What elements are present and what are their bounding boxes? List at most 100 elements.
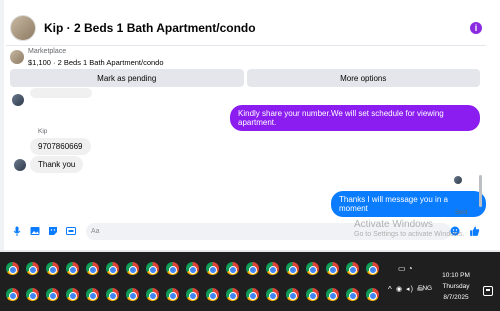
chrome-icon	[25, 262, 39, 275]
microphone-icon[interactable]	[12, 226, 22, 236]
chrome-icon	[265, 262, 279, 275]
messenger-chat-panel: Kip · 2 Beds 1 Bath Apartment/condo i Ma…	[0, 0, 500, 250]
incoming-message[interactable]: Thank you	[30, 156, 84, 173]
taskbar-app-button[interactable]	[102, 256, 122, 282]
mark-as-pending-button[interactable]: Mark as pending	[10, 69, 244, 87]
taskbar-app-button[interactable]	[22, 256, 42, 282]
taskbar-app-button[interactable]	[222, 256, 242, 282]
chrome-icon	[45, 288, 59, 301]
chrome-icon	[325, 262, 339, 275]
taskbar-app-button[interactable]	[162, 282, 182, 308]
taskbar-app-button[interactable]	[142, 282, 162, 308]
taskbar-app-button[interactable]	[22, 282, 42, 308]
taskbar-app-button[interactable]	[102, 282, 122, 308]
chrome-icon	[205, 288, 219, 301]
chrome-icon	[305, 262, 319, 275]
taskbar-app-button[interactable]	[202, 256, 222, 282]
taskbar-app-button[interactable]	[62, 256, 82, 282]
outgoing-message[interactable]: Kindly share your number.We will set sch…	[230, 105, 480, 131]
taskbar-app-button[interactable]	[62, 282, 82, 308]
chrome-icon	[205, 262, 219, 275]
chrome-icon	[365, 262, 379, 275]
chrome-icon	[165, 288, 179, 301]
taskbar-app-button[interactable]	[42, 256, 62, 282]
chat-title[interactable]: Kip · 2 Beds 1 Bath Apartment/condo	[44, 21, 470, 35]
chrome-icon	[325, 288, 339, 301]
taskbar-app-button[interactable]	[322, 256, 342, 282]
gif-icon[interactable]	[66, 226, 76, 236]
watermark-subtitle: Go to Settings to activate Windows.	[354, 231, 465, 238]
taskbar-app-button[interactable]	[182, 282, 202, 308]
taskbar-app-button[interactable]	[2, 282, 22, 308]
taskbar-app-button[interactable]	[342, 282, 362, 308]
chevron-up-icon[interactable]: ^	[388, 285, 392, 294]
chrome-icon	[5, 262, 19, 275]
message-status: Sent	[455, 210, 468, 216]
chrome-icon	[245, 262, 259, 275]
taskbar-app-button[interactable]	[82, 256, 102, 282]
chrome-icon	[185, 262, 199, 275]
chrome-icon	[285, 262, 299, 275]
thread-scrollbar[interactable]	[479, 175, 482, 207]
clock-day: Thursday	[442, 283, 470, 290]
taskbar-app-button[interactable]	[302, 256, 322, 282]
contact-avatar	[14, 159, 26, 171]
taskbar-app-button[interactable]	[2, 256, 22, 282]
chrome-icon	[185, 288, 199, 301]
like-icon[interactable]	[469, 226, 480, 237]
taskbar-app-button[interactable]	[262, 256, 282, 282]
taskbar-app-button[interactable]	[282, 256, 302, 282]
taskbar-app-button[interactable]	[142, 256, 162, 282]
photo-icon[interactable]	[30, 226, 40, 236]
chrome-icon	[105, 288, 119, 301]
listing-avatar[interactable]	[10, 15, 36, 41]
chrome-icon	[65, 262, 79, 275]
taskbar-app-button[interactable]	[122, 282, 142, 308]
taskbar-app-button[interactable]	[162, 256, 182, 282]
listing-thumbnail	[10, 50, 24, 64]
chat-header: Kip · 2 Beds 1 Bath Apartment/condo i	[6, 10, 492, 46]
sender-name: Kip	[38, 128, 48, 135]
chrome-icon	[145, 288, 159, 301]
chrome-icon	[105, 262, 119, 275]
system-tray: ▭ ◔ ^ ◉ ◂) ▭ ENG 10:10 PM Thursday 8/7/2…	[388, 256, 500, 310]
taskbar-app-button[interactable]	[282, 282, 302, 308]
taskbar-app-button[interactable]	[82, 282, 102, 308]
message-thread[interactable]: Kindly share your number.We will set sch…	[6, 88, 486, 220]
clock[interactable]: 10:10 PM Thursday 8/7/2025	[436, 270, 476, 303]
chrome-icon	[265, 288, 279, 301]
taskbar-app-button[interactable]	[362, 256, 382, 282]
chrome-icon	[165, 262, 179, 275]
chrome-icon	[365, 288, 379, 301]
chrome-icon	[345, 262, 359, 275]
windows-taskbar: ▭ ◔ ^ ◉ ◂) ▭ ENG 10:10 PM Thursday 8/7/2…	[0, 252, 500, 311]
chrome-icon	[65, 288, 79, 301]
taskbar-app-button[interactable]	[222, 282, 242, 308]
taskbar-app-button[interactable]	[262, 282, 282, 308]
tray-top-icons[interactable]: ▭ ◔	[398, 264, 413, 273]
chrome-icon	[125, 262, 139, 275]
chrome-icon	[25, 288, 39, 301]
taskbar-app-button[interactable]	[42, 282, 62, 308]
taskbar-app-button[interactable]	[342, 256, 362, 282]
chrome-icon	[5, 288, 19, 301]
clock-date: 8/7/2025	[443, 294, 469, 301]
taskbar-app-button[interactable]	[362, 282, 382, 308]
taskbar-app-button[interactable]	[242, 282, 262, 308]
incoming-message[interactable]: 9707860669	[30, 138, 91, 155]
taskbar-app-button[interactable]	[182, 256, 202, 282]
taskbar-app-button[interactable]	[122, 256, 142, 282]
taskbar-app-button[interactable]	[202, 282, 222, 308]
sticker-icon[interactable]	[48, 226, 58, 236]
marketplace-label: Marketplace	[28, 48, 67, 55]
taskbar-app-button[interactable]	[322, 282, 342, 308]
more-options-button[interactable]: More options	[246, 69, 480, 87]
language-indicator[interactable]: ENG	[418, 285, 432, 292]
chrome-icon	[85, 262, 99, 275]
clock-time: 10:10 PM	[442, 272, 470, 279]
taskbar-app-button[interactable]	[242, 256, 262, 282]
marketplace-listing[interactable]: Marketplace $1,100 · 2 Beds 1 Bath Apart…	[10, 48, 480, 68]
notification-icon[interactable]	[483, 286, 493, 296]
info-icon[interactable]: i	[470, 22, 482, 34]
taskbar-app-button[interactable]	[302, 282, 322, 308]
